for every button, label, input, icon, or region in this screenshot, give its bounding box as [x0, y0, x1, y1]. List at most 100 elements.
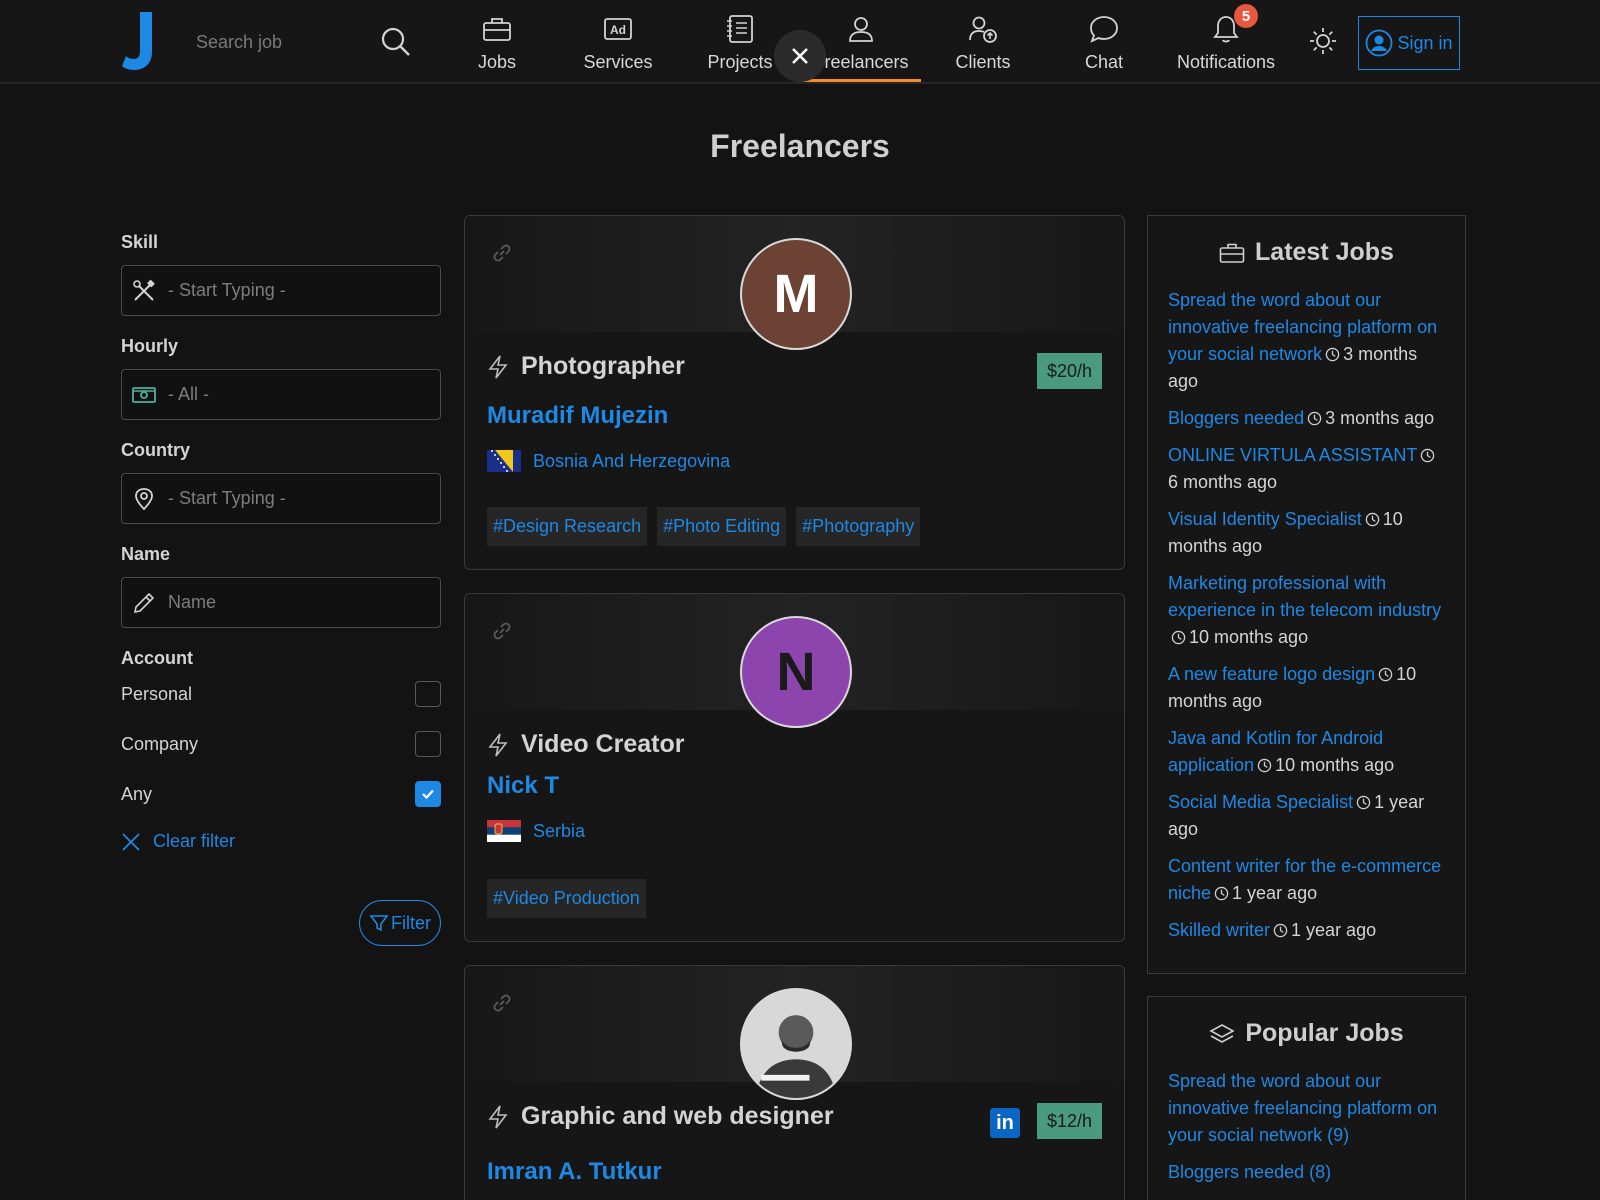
- freelancer-name[interactable]: Muradif Mujezin: [487, 402, 668, 430]
- nav-chat-label: Chat: [1084, 52, 1124, 72]
- freelancer-card[interactable]: M Photographer $20/h Muradif Mujezin Bos…: [464, 215, 1125, 570]
- skill-tag[interactable]: #Photo Editing: [657, 507, 787, 546]
- nav-services[interactable]: Ad Services: [558, 12, 678, 82]
- clock-icon: [1356, 795, 1371, 810]
- country: Bosnia And Herzegovina: [487, 450, 730, 472]
- theme-toggle-button[interactable]: [1306, 24, 1340, 58]
- pencil-icon: [133, 592, 155, 613]
- job-title: Spread the word about our innovative fre…: [1168, 1071, 1438, 1145]
- job-link[interactable]: ONLINE VIRTULA ASSISTANT: [1168, 445, 1417, 465]
- company-checkbox[interactable]: [415, 731, 441, 757]
- latest-jobs-panel: Latest Jobs Spread the word about our in…: [1147, 215, 1466, 974]
- avatar-initial: N: [776, 642, 816, 702]
- job-link[interactable]: Spread the word about our innovative fre…: [1168, 1071, 1437, 1145]
- close-button[interactable]: [774, 30, 826, 82]
- clock-icon: [1421, 448, 1435, 463]
- latest-job-item: Social Media Specialist 1 year ago: [1168, 789, 1445, 843]
- skill-field[interactable]: [121, 265, 441, 316]
- person-photo-icon: [742, 990, 850, 1098]
- personal-checkbox[interactable]: [415, 681, 441, 707]
- country-input[interactable]: [168, 488, 428, 509]
- hourly-field[interactable]: [121, 369, 441, 420]
- search-button[interactable]: [376, 22, 416, 62]
- filter-label: Filter: [391, 912, 431, 933]
- nav-jobs[interactable]: Jobs: [437, 12, 557, 82]
- layers-icon: [1209, 1023, 1235, 1043]
- country-link[interactable]: Serbia: [533, 821, 585, 842]
- freelancer-card[interactable]: Graphic and web designer in $12/h Imran …: [464, 965, 1125, 1200]
- latest-job-item: Marketing professional with experience i…: [1168, 570, 1445, 651]
- latest-job-item: Bloggers needed 3 months ago: [1168, 405, 1445, 432]
- name-field[interactable]: [121, 577, 441, 628]
- notebook-icon: [727, 15, 753, 43]
- latest-job-item: Content writer for the e-commerce niche 1…: [1168, 853, 1445, 907]
- linkedin-icon[interactable]: in: [990, 1108, 1020, 1138]
- account-option-company: Company: [121, 731, 441, 757]
- link-icon[interactable]: [491, 620, 513, 642]
- popular-jobs-panel: Popular Jobs Spread the word about our i…: [1147, 996, 1466, 1200]
- skill-tags: #Video Production: [487, 879, 646, 918]
- clear-x-icon: [122, 832, 140, 851]
- hourly-rate-badge: $20/h: [1036, 353, 1102, 389]
- avatar[interactable]: M: [740, 238, 852, 350]
- skill-label: Skill: [121, 232, 159, 252]
- job-link[interactable]: Skilled writer: [1168, 920, 1270, 940]
- link-icon[interactable]: [491, 242, 513, 264]
- popular-job-item: Bloggers needed (8): [1168, 1159, 1445, 1186]
- nav-notifications-label: Notifications: [1176, 52, 1276, 72]
- top-navbar: Jobs Ad Services Projects Freelancers Cl…: [0, 0, 1600, 84]
- nav-freelancers-label: Freelancers: [813, 52, 909, 72]
- job-count: (8): [1309, 1162, 1332, 1182]
- country-field[interactable]: [121, 473, 441, 524]
- hourly-select[interactable]: [168, 384, 428, 405]
- nav-notifications[interactable]: 5 Notifications: [1166, 4, 1286, 82]
- job-link[interactable]: Visual Identity Specialist: [1168, 509, 1362, 529]
- freelancer-card[interactable]: N Video Creator Nick T Serbia #Video Pro…: [464, 593, 1125, 942]
- search-input[interactable]: [196, 24, 396, 60]
- latest-job-item: A new feature logo design 10 months ago: [1168, 661, 1445, 715]
- latest-job-item: ONLINE VIRTULA ASSISTANT 6 months ago: [1168, 442, 1445, 496]
- job-link[interactable]: Bloggers needed (8): [1168, 1162, 1331, 1182]
- country: Serbia: [487, 820, 585, 842]
- avatar[interactable]: N: [740, 616, 852, 728]
- job-link[interactable]: Marketing professional with experience i…: [1168, 573, 1441, 620]
- job-link[interactable]: A new feature logo design: [1168, 664, 1375, 684]
- skill-tag[interactable]: #Video Production: [487, 879, 646, 918]
- name-input[interactable]: [168, 592, 428, 613]
- notification-badge: 5: [1234, 4, 1258, 28]
- latest-job-item: Visual Identity Specialist 10 months ago: [1168, 506, 1445, 560]
- link-icon[interactable]: [491, 992, 513, 1014]
- clock-icon: [1273, 923, 1288, 938]
- popular-jobs-heading: Popular Jobs: [1168, 1019, 1445, 1048]
- country-link[interactable]: Bosnia And Herzegovina: [533, 451, 730, 472]
- close-icon: [792, 48, 808, 64]
- clock-icon: [1307, 411, 1322, 426]
- nav-projects-label: Projects: [707, 52, 773, 72]
- funnel-icon: [369, 915, 389, 932]
- sign-in-button[interactable]: Sign in: [1358, 16, 1460, 70]
- freelancer-name[interactable]: Nick T: [487, 772, 559, 800]
- nav-clients-label: Clients: [955, 52, 1011, 72]
- nav-chat[interactable]: Chat: [1044, 12, 1164, 82]
- clear-filter-link[interactable]: Clear filter: [121, 831, 251, 852]
- job-link[interactable]: Bloggers needed: [1168, 408, 1304, 428]
- skill-tag[interactable]: #Photography: [796, 507, 921, 546]
- skill-tag[interactable]: #Design Research: [487, 507, 648, 546]
- any-checkbox[interactable]: [415, 781, 441, 807]
- job-link[interactable]: Social Media Specialist: [1168, 792, 1353, 812]
- clock-icon: [1325, 347, 1340, 362]
- profession: Graphic and web designer: [487, 1102, 834, 1131]
- job-time: 6 months ago: [1168, 472, 1278, 492]
- nav-clients[interactable]: Clients: [923, 12, 1043, 82]
- popular-jobs-title: Popular Jobs: [1245, 1019, 1404, 1047]
- skill-input[interactable]: [168, 280, 428, 301]
- avatar-photo[interactable]: [740, 988, 852, 1100]
- filter-button[interactable]: Filter: [359, 900, 441, 946]
- chat-bubble-icon: [1090, 16, 1118, 43]
- hourly-label: Hourly: [121, 336, 179, 356]
- location-pin-icon: [135, 487, 153, 510]
- user-circle-icon: [1366, 29, 1393, 57]
- site-logo[interactable]: [120, 8, 160, 72]
- clock-icon: [1257, 758, 1272, 773]
- freelancer-name[interactable]: Imran A. Tutkur: [487, 1158, 662, 1186]
